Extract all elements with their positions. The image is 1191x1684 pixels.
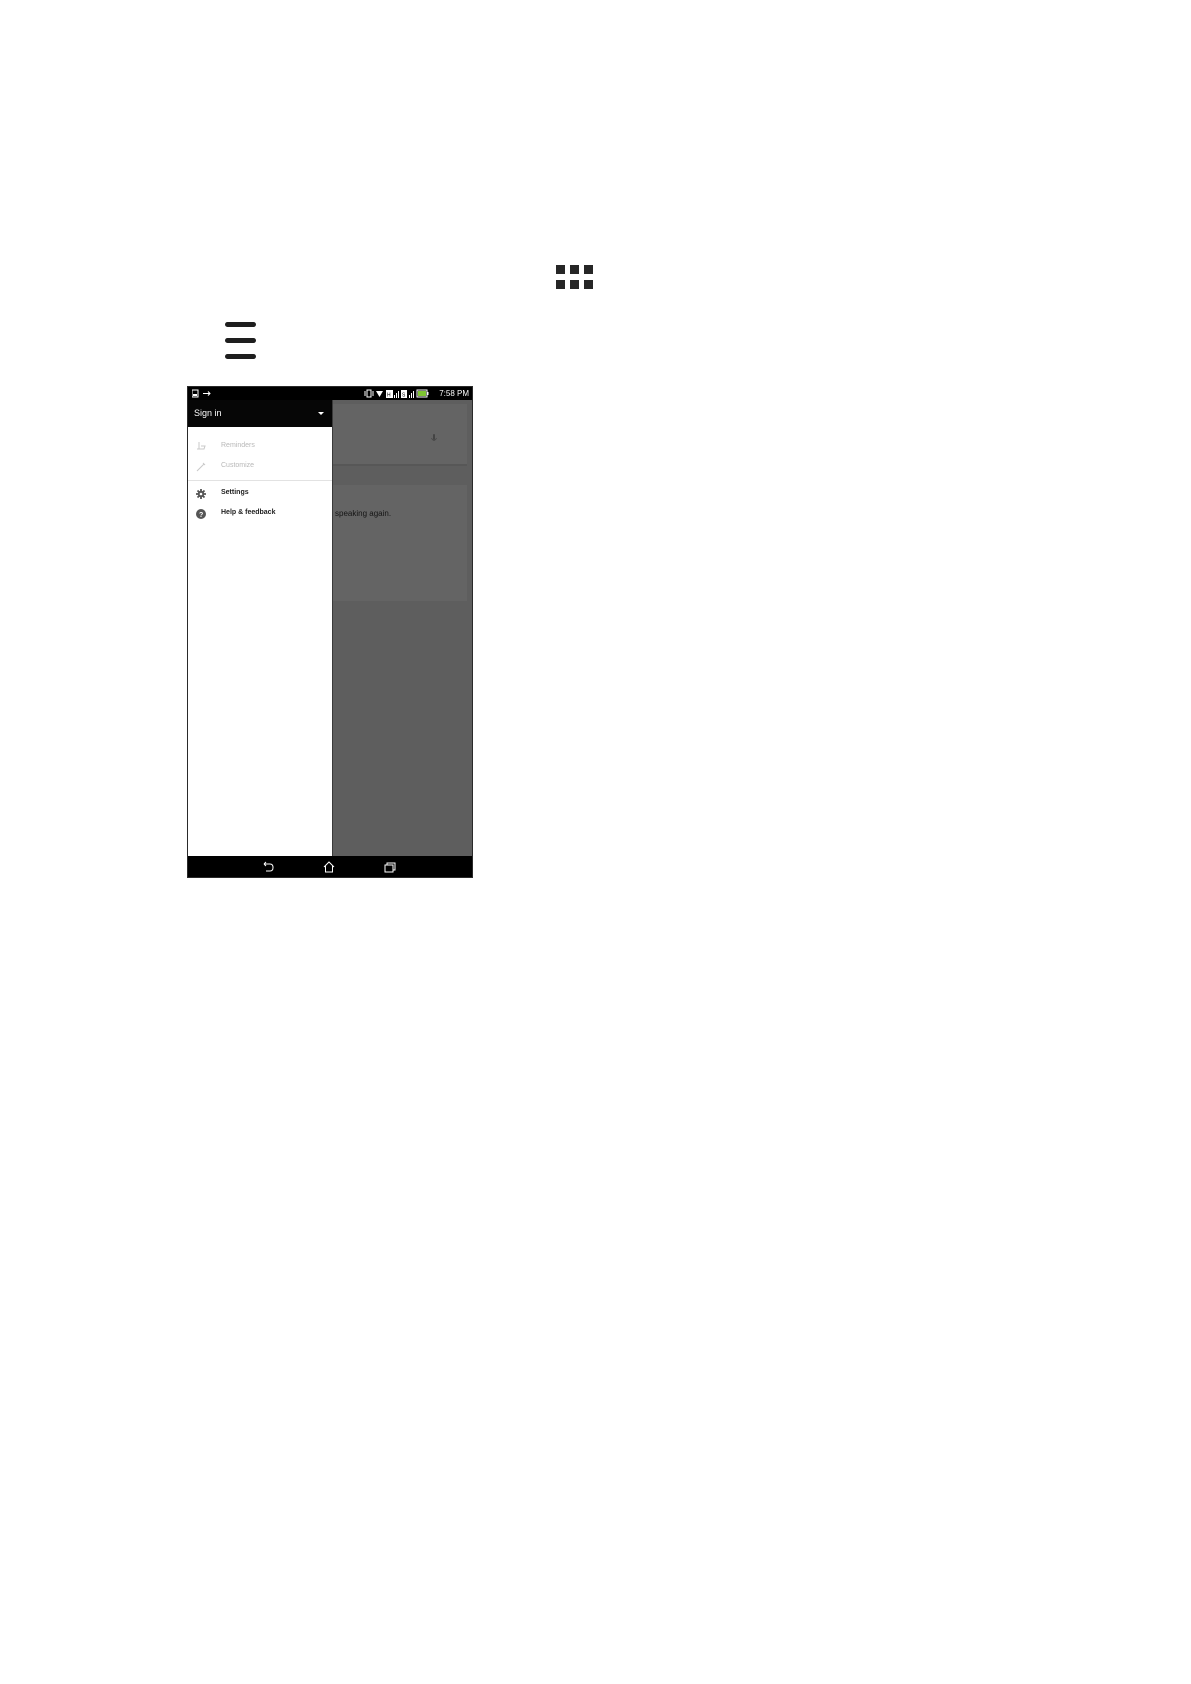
customize-icon <box>196 462 206 472</box>
dropdown-arrow-icon[interactable] <box>318 412 324 415</box>
recent-apps-icon[interactable] <box>382 860 398 874</box>
reminder-icon <box>197 442 206 450</box>
screen-content: speaking again. Sign in Reminders Custom… <box>188 400 472 856</box>
mic-icon[interactable] <box>431 434 437 444</box>
menu-item-settings[interactable]: Settings <box>188 484 332 504</box>
voice-card-text: speaking again. <box>335 509 392 518</box>
gear-icon <box>196 489 206 499</box>
home-icon[interactable] <box>321 860 337 874</box>
status-icons: H S <box>364 389 429 399</box>
navigation-bar <box>188 856 472 877</box>
status-time: 7:58 PM <box>439 389 469 398</box>
hamburger-menu-icon <box>225 322 256 360</box>
drawer-header[interactable]: Sign in <box>188 400 332 427</box>
phone-screenshot: H S 7:58 PM speaking again. Sign in Remi… <box>187 386 473 878</box>
search-card[interactable] <box>333 404 467 466</box>
voice-card: speaking again. <box>333 485 467 601</box>
svg-text:?: ? <box>199 512 203 519</box>
menu-item-help-feedback[interactable]: ? Help & feedback <box>188 504 332 524</box>
menu-item-label: Help & feedback <box>221 509 276 516</box>
menu-divider <box>188 480 332 481</box>
svg-text:H: H <box>387 393 391 399</box>
sign-in-label[interactable]: Sign in <box>194 408 222 418</box>
menu-item-label: Customize <box>221 462 255 469</box>
menu-item-reminders[interactable]: Reminders <box>188 437 332 457</box>
status-bar: H S 7:58 PM <box>188 387 472 400</box>
apps-grid-icon <box>556 265 597 291</box>
menu-item-customize[interactable]: Customize <box>188 457 332 477</box>
menu-item-label: Reminders <box>221 442 255 449</box>
notification-icons <box>192 389 211 398</box>
menu-item-label: Settings <box>221 489 249 496</box>
help-icon: ? <box>196 509 206 519</box>
navigation-drawer: Sign in Reminders Customize Settings ? H… <box>188 400 333 856</box>
back-icon[interactable] <box>260 860 276 874</box>
